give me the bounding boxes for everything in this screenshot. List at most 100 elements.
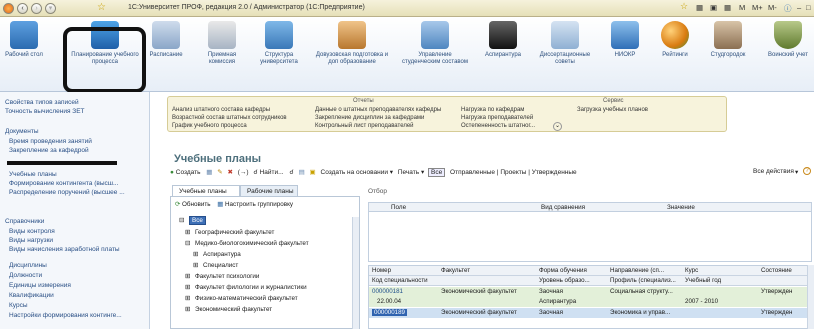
column-header-course[interactable]: Курс bbox=[685, 267, 698, 274]
refresh-button[interactable]: Обновить bbox=[182, 201, 211, 208]
expand-icon[interactable]: ⊞ bbox=[185, 229, 190, 236]
tree-node-label[interactable]: Географический факультет bbox=[195, 229, 274, 236]
tree-row[interactable]: ⊞ Специалист bbox=[171, 261, 359, 271]
filter-all-button[interactable]: Все bbox=[428, 168, 446, 177]
column-header-profile[interactable]: Профиль (специализ... bbox=[610, 277, 676, 284]
section-ratings[interactable]: Рейтинги bbox=[655, 21, 695, 59]
section-dissertation-councils[interactable]: Диссертационные советы bbox=[537, 21, 593, 66]
dropdown-icon[interactable]: ▾ bbox=[45, 3, 56, 14]
expand-icon[interactable]: ⊞ bbox=[185, 306, 190, 313]
expand-icon[interactable]: ⊞ bbox=[193, 251, 198, 258]
nav-load-types[interactable]: Виды нагрузки bbox=[9, 237, 53, 244]
expand-icon[interactable]: ⊞ bbox=[185, 284, 190, 291]
section-research[interactable]: НИОКР bbox=[605, 21, 645, 59]
tree-row[interactable]: ⊟ Все bbox=[171, 216, 359, 226]
tree-row[interactable]: ⊞ Экономический факультет bbox=[171, 305, 359, 315]
nav-department-assignment[interactable]: Закрепление за кафедрой bbox=[9, 147, 89, 154]
memory-minus-button[interactable]: M- bbox=[768, 3, 777, 12]
tree-node-label[interactable]: Физико-математический факультет bbox=[195, 295, 298, 302]
edit-icon[interactable]: ✎ bbox=[217, 169, 222, 176]
tree-row[interactable]: ⊞ Физико-математический факультет bbox=[171, 294, 359, 304]
nav-documents-header[interactable]: Документы bbox=[5, 128, 39, 135]
nav-control-types[interactable]: Виды контроля bbox=[9, 228, 55, 235]
section-military[interactable]: Воинский учет bbox=[762, 21, 814, 59]
nav-curricula[interactable]: Учебные планы bbox=[9, 171, 57, 178]
all-actions-button[interactable]: Все действия bbox=[753, 168, 794, 175]
column-header-faculty[interactable]: Факультет bbox=[441, 267, 470, 274]
column-header-education-level[interactable]: Уровень образо... bbox=[539, 277, 590, 284]
delete-icon[interactable]: ✖ bbox=[228, 169, 233, 176]
nav-class-times[interactable]: Время проведения занятий bbox=[9, 138, 92, 145]
minimize-icon[interactable]: – bbox=[797, 3, 801, 12]
report-link[interactable]: Контрольный лист преподавателей bbox=[315, 123, 414, 129]
tree-row[interactable]: ⊞ Факультет психологии bbox=[171, 272, 359, 282]
column-header-comparison[interactable]: Вид сравнения bbox=[541, 204, 585, 211]
create-based-button[interactable]: Создать на основании bbox=[321, 169, 388, 176]
report-link[interactable]: Анализ штатного состава кафедры bbox=[172, 107, 270, 113]
tab-curricula[interactable]: Учебные планы bbox=[172, 185, 240, 196]
column-header-specialty-code[interactable]: Код специальности bbox=[372, 277, 428, 284]
report-link[interactable]: Остепененность штатног... bbox=[461, 123, 535, 129]
column-header-academic-year[interactable]: Учебный год bbox=[685, 277, 721, 284]
find-button[interactable]: Найти... bbox=[260, 169, 284, 176]
section-postgraduate[interactable]: Аспирантура bbox=[478, 21, 528, 59]
section-desktop[interactable]: Рабочий стол bbox=[2, 21, 46, 59]
column-header-field[interactable]: Поле bbox=[391, 204, 406, 211]
cancel-search-icon[interactable]: ☌ bbox=[289, 169, 293, 176]
nav-zet-precision[interactable]: Точность вычисления ЗЕТ bbox=[5, 108, 85, 115]
table-row[interactable]: 22.00.04 Аспирантура 2007 - 2010 bbox=[369, 297, 811, 307]
filter-approved-button[interactable]: Утвержденные bbox=[532, 169, 577, 176]
memory-plus-button[interactable]: M+ bbox=[752, 3, 763, 12]
list-scrollbar[interactable] bbox=[807, 265, 814, 329]
tree-node-all[interactable]: Все bbox=[189, 216, 206, 225]
create-button[interactable]: Создать bbox=[176, 169, 201, 176]
nav-courses[interactable]: Курсы bbox=[9, 302, 28, 309]
nav-units[interactable]: Единицы измерения bbox=[9, 282, 71, 289]
filter-grid-body[interactable] bbox=[368, 212, 812, 262]
help-icon[interactable]: ? bbox=[803, 167, 811, 175]
table-row[interactable]: 000000189 Экономический факультет Заочна… bbox=[369, 308, 811, 318]
nav-assignment-distribution[interactable]: Распределение поручений (высшее ... bbox=[9, 189, 125, 196]
folder-icon[interactable]: ▣ bbox=[310, 169, 316, 176]
tree-row[interactable]: ⊟ Медико-биологохимический факультет bbox=[171, 239, 359, 249]
favorites-star-icon[interactable]: ☆ bbox=[97, 2, 106, 13]
section-schedule[interactable]: Расписание bbox=[146, 21, 186, 59]
tree-node-label[interactable]: Специалист bbox=[203, 262, 238, 269]
tab-work-plans[interactable]: Рабочие планы bbox=[240, 185, 298, 196]
column-header-state[interactable]: Состояние bbox=[761, 267, 792, 274]
star-icon[interactable]: ☆ bbox=[680, 1, 688, 12]
chevron-down-icon[interactable]: ▾ bbox=[419, 169, 424, 176]
tree-node-label[interactable]: Медико-биологохимический факультет bbox=[195, 240, 309, 247]
tree-row[interactable]: ⊞ Аспирантура bbox=[171, 250, 359, 260]
calculator-icon[interactable]: ▣ bbox=[710, 3, 717, 12]
section-student-management[interactable]: Управление студенческим составом bbox=[400, 21, 470, 66]
report-link[interactable]: График учебного процесса bbox=[172, 123, 247, 129]
column-header-study-form[interactable]: Форма обучения bbox=[539, 267, 587, 274]
refresh-icon[interactable]: ⟳ bbox=[175, 201, 180, 208]
report-link[interactable]: Нагрузка преподавателей bbox=[461, 115, 533, 121]
chevron-down-icon[interactable]: ▾ bbox=[795, 168, 798, 176]
configure-grouping-button[interactable]: Настроить группировку bbox=[225, 201, 293, 208]
nav-disciplines[interactable]: Дисциплины bbox=[9, 262, 47, 269]
service-link[interactable]: Загрузка учебных планов bbox=[577, 107, 648, 113]
info-icon[interactable]: ⓘ bbox=[784, 3, 792, 14]
tree-node-label[interactable]: Экономический факультет bbox=[195, 306, 272, 313]
list-icon[interactable]: ▤ bbox=[299, 169, 305, 176]
tree-scrollbar[interactable] bbox=[352, 217, 359, 329]
section-pre-university[interactable]: Довузовская подготовка и доп образование bbox=[312, 21, 392, 66]
section-campus[interactable]: Студгородок bbox=[705, 21, 751, 59]
nav-contingent-settings[interactable]: Настройки формирования континге... bbox=[9, 312, 122, 319]
print-button[interactable]: Печать bbox=[398, 169, 419, 176]
tree-node-label[interactable]: Факультет психологии bbox=[195, 273, 259, 280]
report-link[interactable]: Нагрузка по кафедрам bbox=[461, 107, 524, 113]
grid-icon[interactable]: ▦ bbox=[724, 3, 731, 12]
column-header-direction[interactable]: Направление (сп... bbox=[610, 267, 664, 274]
section-admissions[interactable]: Приемная комиссия bbox=[198, 21, 246, 66]
expand-icon[interactable]: ⊞ bbox=[185, 295, 190, 302]
chevron-down-icon[interactable]: ⌄ bbox=[553, 122, 562, 131]
nav-positions[interactable]: Должности bbox=[9, 272, 42, 279]
app-menu-icon[interactable] bbox=[3, 3, 14, 14]
column-header-number[interactable]: Номер bbox=[372, 267, 391, 274]
report-link[interactable]: Данные о штатных преподавателях кафедры bbox=[315, 107, 441, 113]
tree-node-label[interactable]: Факультет филологии и журналистики bbox=[195, 284, 307, 291]
